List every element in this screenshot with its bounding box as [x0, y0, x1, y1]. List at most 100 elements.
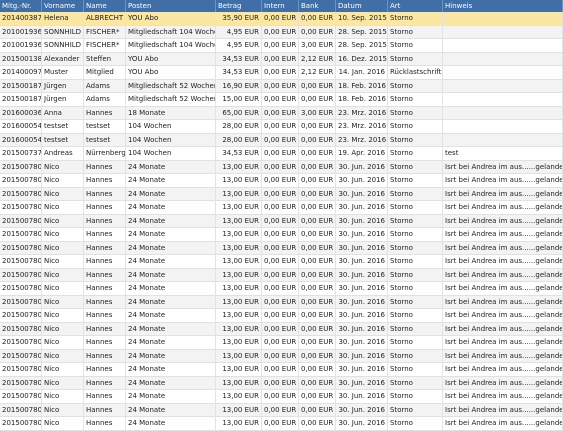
cell-datum: 16. Dez. 2015 — [336, 52, 388, 65]
table-row[interactable]: 201500737 Andreas Nürrenberg 104 Wochen 34,5… — [0, 147, 563, 161]
cell-art: Storno — [388, 309, 443, 322]
table-row[interactable]: 201500780 Nico Hannes 24 Monate 13,00 EUR 0,0… — [0, 363, 563, 377]
col-header-betrag[interactable]: Betrag — [216, 0, 262, 12]
cell-bank: 0,00 EUR — [299, 214, 336, 227]
table-row[interactable]: 201001936 SONNHILD FISCHER* Mitgliedschaft … — [0, 25, 563, 39]
cell-hinweis: Isrt bei Andrea im aus......gelandet. — [443, 322, 563, 335]
table-row[interactable]: 201500187 Jürgen Adams Mitgliedschaft 52 Wo… — [0, 79, 563, 93]
cell-vorname: Jürgen — [42, 93, 84, 106]
table-row[interactable]: 201500780 Nico Hannes 24 Monate 13,00 EUR 0,0… — [0, 160, 563, 174]
table-row[interactable]: 201500780 Nico Hannes 24 Monate 13,00 EUR 0,0… — [0, 201, 563, 215]
table-row[interactable]: 201400387 Helena ALBRECHT YOU Abo 35,90 EUR 0… — [0, 12, 563, 26]
cell-intern: 0,00 EUR — [262, 241, 299, 254]
cell-mitg-nr: 201500780 — [0, 214, 42, 227]
col-header-art[interactable]: Art — [388, 0, 443, 12]
table-row[interactable]: 201500780 Nico Hannes 24 Monate 13,00 EUR 0,0… — [0, 214, 563, 228]
cell-betrag: 13,00 EUR — [216, 255, 262, 268]
cell-datum: 23. Mrz. 2016 — [336, 120, 388, 133]
cell-intern: 0,00 EUR — [262, 417, 299, 430]
cell-hinweis — [443, 25, 563, 38]
cell-bank: 0,00 EUR — [299, 295, 336, 308]
cell-bank: 2,12 EUR — [299, 52, 336, 65]
col-header-mitg-nr[interactable]: Mitg.-Nr. — [0, 0, 42, 12]
cell-posten: 24 Monate — [126, 403, 216, 416]
cell-intern: 0,00 EUR — [262, 120, 299, 133]
cell-intern: 0,00 EUR — [262, 363, 299, 376]
cell-intern: 0,00 EUR — [262, 322, 299, 335]
cell-datum: 23. Mrz. 2016 — [336, 133, 388, 146]
cell-mitg-nr: 201001936 — [0, 25, 42, 38]
cell-bank: 0,00 EUR — [299, 228, 336, 241]
col-header-bank[interactable]: Bank — [299, 0, 336, 12]
cell-hinweis: Isrt bei Andrea im aus......gelandet. — [443, 349, 563, 362]
table-row[interactable]: 201500780 Nico Hannes 24 Monate 13,00 EUR 0,0… — [0, 336, 563, 350]
col-header-posten[interactable]: Posten — [126, 0, 216, 12]
cell-posten: 24 Monate — [126, 174, 216, 187]
table-row[interactable]: 201500780 Nico Hannes 24 Monate 13,00 EUR 0,0… — [0, 322, 563, 336]
cell-bank: 0,00 EUR — [299, 187, 336, 200]
cell-bank: 0,00 EUR — [299, 174, 336, 187]
table-row[interactable]: 201500780 Nico Hannes 24 Monate 13,00 EUR 0,0… — [0, 241, 563, 255]
table-row[interactable]: 201500780 Nico Hannes 24 Monate 13,00 EUR 0,0… — [0, 295, 563, 309]
cell-hinweis: Isrt bei Andrea im aus......gelandet. — [443, 214, 563, 227]
table-row[interactable]: 201500780 Nico Hannes 24 Monate 13,00 EUR 0,0… — [0, 403, 563, 417]
cell-datum: 30. Jun. 2016 — [336, 417, 388, 430]
cell-hinweis: Isrt bei Andrea im aus......gelandet. — [443, 417, 563, 430]
cell-bank: 0,00 EUR — [299, 160, 336, 173]
cell-datum: 30. Jun. 2016 — [336, 322, 388, 335]
col-header-hinweis[interactable]: Hinweis — [443, 0, 563, 12]
table-row[interactable]: 201600036 Anna Hannes 18 Monate 65,00 EUR 0,0… — [0, 106, 563, 120]
cell-betrag: 28,00 EUR — [216, 120, 262, 133]
cell-name: testset — [84, 120, 126, 133]
table-row[interactable]: 201500780 Nico Hannes 24 Monate 13,00 EUR 0,0… — [0, 282, 563, 296]
col-header-intern[interactable]: Intern — [262, 0, 299, 12]
table-row[interactable]: 201500780 Nico Hannes 24 Monate 13,00 EUR 0,0… — [0, 390, 563, 404]
cell-art: Storno — [388, 174, 443, 187]
cell-vorname: SONNHILD — [42, 25, 84, 38]
cell-art: Storno — [388, 349, 443, 362]
cell-vorname: Anna — [42, 106, 84, 119]
cell-intern: 0,00 EUR — [262, 201, 299, 214]
cell-betrag: 13,00 EUR — [216, 322, 262, 335]
col-header-vorname[interactable]: Vorname — [42, 0, 84, 12]
table-row[interactable]: 201500780 Nico Hannes 24 Monate 13,00 EUR 0,0… — [0, 228, 563, 242]
cell-posten: 104 Wochen — [126, 147, 216, 160]
table-row[interactable]: 201500780 Nico Hannes 24 Monate 13,00 EUR 0,0… — [0, 174, 563, 188]
table-row[interactable]: 201500780 Nico Hannes 24 Monate 13,00 EUR 0,0… — [0, 187, 563, 201]
cell-name: Hannes — [84, 214, 126, 227]
cell-art: Storno — [388, 120, 443, 133]
cell-hinweis — [443, 120, 563, 133]
table-row[interactable]: 201500187 Jürgen Adams Mitgliedschaft 52 Wo… — [0, 93, 563, 107]
table-row[interactable]: 201500780 Nico Hannes 24 Monate 13,00 EUR 0,0… — [0, 349, 563, 363]
cell-posten: 24 Monate — [126, 268, 216, 281]
cell-intern: 0,00 EUR — [262, 174, 299, 187]
table-row[interactable]: 201500780 Nico Hannes 24 Monate 13,00 EUR 0,0… — [0, 417, 563, 431]
table-row[interactable]: 201001936 SONNHILD FISCHER* Mitgliedschaft … — [0, 39, 563, 53]
col-header-name[interactable]: Name — [84, 0, 126, 12]
cell-mitg-nr: 201500780 — [0, 403, 42, 416]
cell-posten: 24 Monate — [126, 255, 216, 268]
table-row[interactable]: 201400097 Muster Mitglied YOU Abo 34,53 EUR 0… — [0, 66, 563, 80]
cell-bank: 0,00 EUR — [299, 25, 336, 38]
cell-betrag: 28,00 EUR — [216, 133, 262, 146]
cell-vorname: Nico — [42, 228, 84, 241]
table-row[interactable]: 201500138 Alexander Steffen YOU Abo 34,53 EU… — [0, 52, 563, 66]
cell-bank: 0,00 EUR — [299, 309, 336, 322]
table-row[interactable]: 201500780 Nico Hannes 24 Monate 13,00 EUR 0,0… — [0, 309, 563, 323]
cell-hinweis — [443, 39, 563, 52]
table-row[interactable]: 201600054 testset testset 104 Wochen 28,00 E… — [0, 133, 563, 147]
table-row[interactable]: 201500780 Nico Hannes 24 Monate 13,00 EUR 0,0… — [0, 376, 563, 390]
table-row[interactable]: 201500780 Nico Hannes 24 Monate 13,00 EUR 0,0… — [0, 268, 563, 282]
cell-bank: 0,00 EUR — [299, 12, 336, 25]
cell-name: testset — [84, 133, 126, 146]
cell-mitg-nr: 201500780 — [0, 349, 42, 362]
cell-hinweis: Isrt bei Andrea im aus......gelandet. — [443, 174, 563, 187]
cell-betrag: 34,53 EUR — [216, 147, 262, 160]
cell-bank: 0,00 EUR — [299, 363, 336, 376]
col-header-datum[interactable]: Datum — [336, 0, 388, 12]
cell-mitg-nr: 201500780 — [0, 241, 42, 254]
table-row[interactable]: 201600054 testset testset 104 Wochen 28,00 E… — [0, 120, 563, 134]
cell-vorname: Nico — [42, 336, 84, 349]
table-row[interactable]: 201500780 Nico Hannes 24 Monate 13,00 EUR 0,0… — [0, 255, 563, 269]
cell-posten: 24 Monate — [126, 228, 216, 241]
